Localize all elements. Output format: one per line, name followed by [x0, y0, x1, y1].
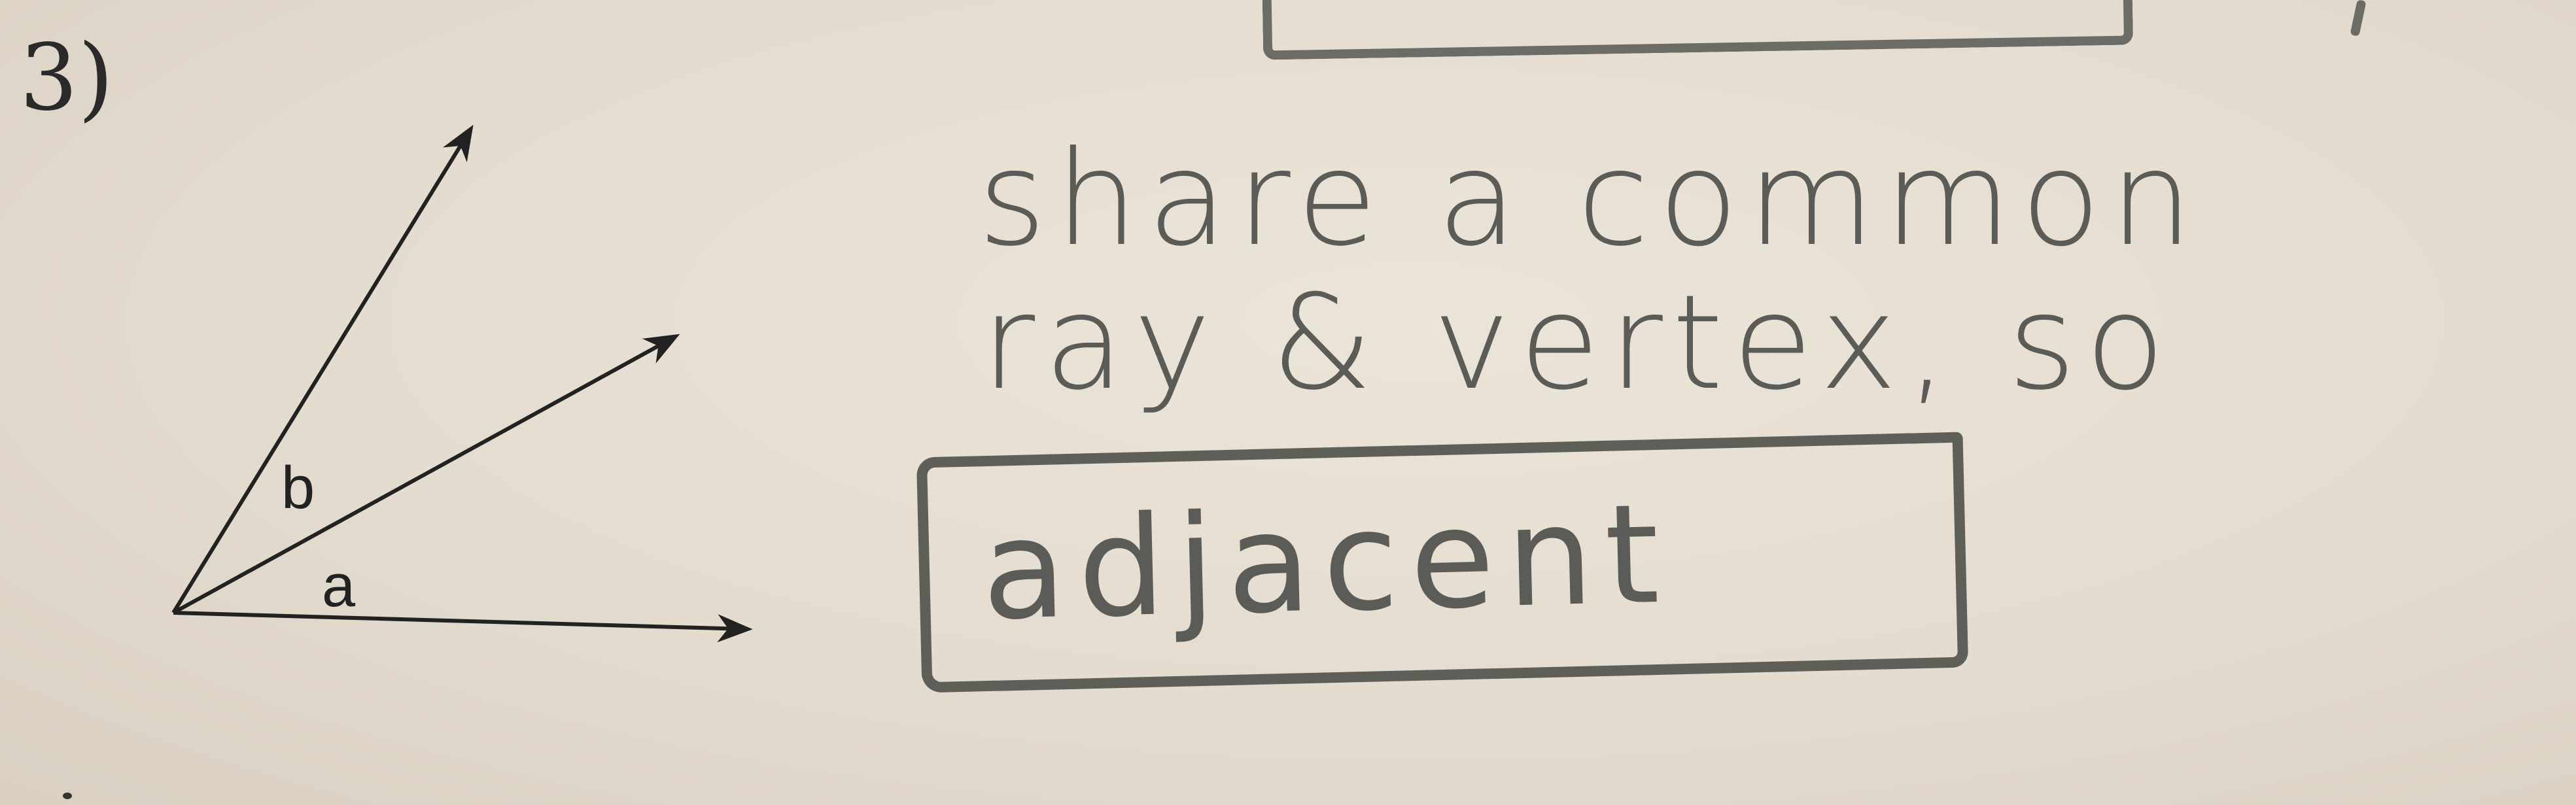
ray-top: [171, 124, 474, 614]
answer-box: adjacent: [916, 432, 1969, 693]
pencil-dot: [63, 793, 72, 799]
notebook-paper: 3) b a share a common ray & vertex, so a…: [0, 0, 2576, 805]
ray-bottom: [173, 611, 753, 643]
handwritten-line-2: ray & vertex, so: [981, 267, 2174, 419]
handwritten-line-1: share a common: [978, 123, 2202, 275]
angle-label-a: a: [322, 553, 356, 619]
handwritten-answer: adjacent: [980, 473, 1673, 651]
angle-label-b: b: [281, 454, 315, 521]
ray-middle: [172, 334, 680, 615]
